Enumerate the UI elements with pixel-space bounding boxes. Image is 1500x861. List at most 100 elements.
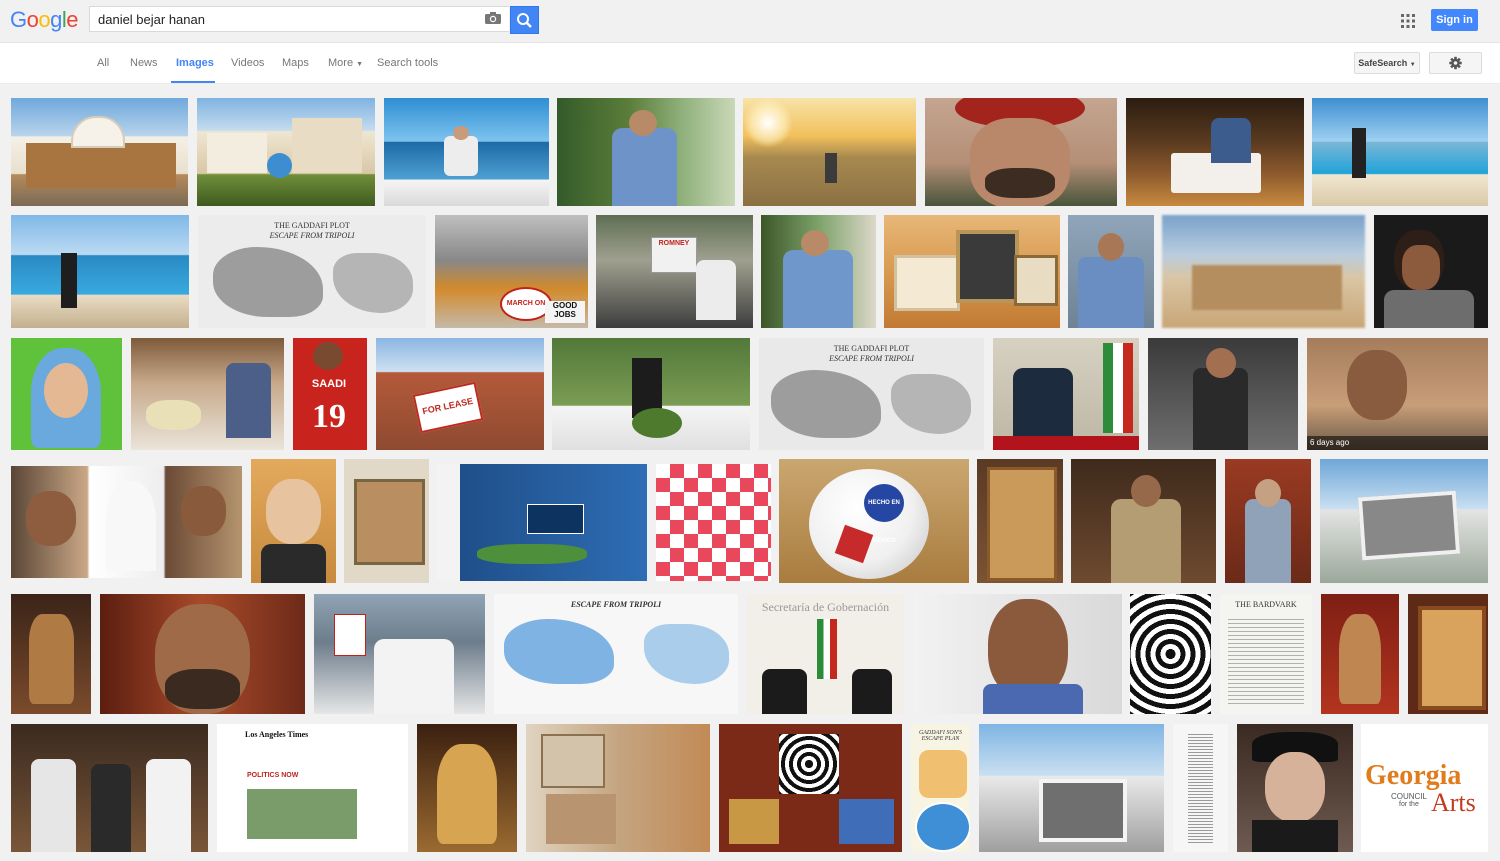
bardvark-caption: THE BARDVARK xyxy=(1235,600,1297,609)
image-result[interactable]: Secretaría de Gobernación xyxy=(747,594,904,714)
image-result[interactable] xyxy=(1408,594,1488,714)
image-result[interactable] xyxy=(1320,459,1488,583)
image-result[interactable] xyxy=(557,98,735,206)
image-result[interactable] xyxy=(656,464,771,581)
map-subtitle: ESCAPE FROM TRIPOLI xyxy=(829,354,914,363)
image-result[interactable] xyxy=(1068,215,1154,328)
safesearch-dropdown[interactable]: SafeSearch ▼ xyxy=(1354,52,1420,74)
image-result[interactable] xyxy=(925,98,1117,206)
tab-all[interactable]: All xyxy=(97,57,109,69)
image-result[interactable] xyxy=(552,338,750,450)
image-result[interactable] xyxy=(197,98,375,206)
image-result[interactable] xyxy=(1148,338,1298,450)
image-result[interactable] xyxy=(11,98,188,206)
image-result[interactable] xyxy=(131,338,284,450)
escape-plan-caption: GADDAFI SON'S ESCAPE PLAN xyxy=(918,730,963,742)
map-title: THE GADDAFI PLOT xyxy=(274,221,350,230)
image-result[interactable] xyxy=(11,724,208,852)
image-result[interactable] xyxy=(884,215,1060,328)
image-result[interactable] xyxy=(11,338,122,450)
image-result[interactable]: ESCAPE FROM TRIPOLI xyxy=(494,594,738,714)
search-button[interactable] xyxy=(510,6,539,34)
image-result[interactable]: GADDAFI SON'S ESCAPE PLAN xyxy=(911,724,970,852)
map-subtitle: ESCAPE FROM TRIPOLI xyxy=(269,231,355,240)
image-result[interactable] xyxy=(1162,215,1365,328)
tab-more[interactable]: More ▼ xyxy=(328,57,363,69)
image-result[interactable]: Georgia COUNCIL for the Arts xyxy=(1361,724,1488,852)
image-result[interactable] xyxy=(761,215,876,328)
image-result[interactable] xyxy=(743,98,916,206)
map-title: THE GADDAFI PLOT xyxy=(833,344,910,353)
image-result[interactable]: SAADI 19 xyxy=(293,338,367,450)
settings-button[interactable] xyxy=(1429,52,1482,74)
image-result[interactable] xyxy=(1130,594,1211,714)
image-result[interactable] xyxy=(913,594,1122,714)
image-result[interactable] xyxy=(719,724,902,852)
image-result[interactable]: Los Angeles Times POLITICS NOW xyxy=(217,724,408,852)
image-result[interactable] xyxy=(1321,594,1399,714)
council-word: COUNCIL xyxy=(1391,792,1428,801)
logo-letter-e: e xyxy=(66,7,79,32)
chevron-down-icon: ▼ xyxy=(356,61,364,68)
tab-images[interactable]: Images xyxy=(176,57,214,69)
image-result[interactable] xyxy=(11,215,189,328)
georgia-word: Georgia xyxy=(1365,760,1462,791)
search-input[interactable]: daniel bejar hanan xyxy=(89,6,509,32)
image-result[interactable] xyxy=(1374,215,1488,328)
safesearch-label: SafeSearch xyxy=(1358,58,1408,68)
image-result[interactable] xyxy=(1173,724,1228,852)
latimes-caption: Los Angeles Times xyxy=(245,730,309,739)
for-the-word: for the xyxy=(1399,801,1419,808)
image-result[interactable]: THE GADDAFI PLOT ESCAPE FROM TRIPOLI xyxy=(198,215,426,328)
apps-grid-icon[interactable] xyxy=(1401,14,1415,28)
secretaria-caption: Secretaría de Gobernación xyxy=(761,600,890,614)
ball-logo: HECHO EN MEXICO xyxy=(864,484,904,544)
image-result[interactable] xyxy=(417,724,517,852)
image-result[interactable] xyxy=(1071,459,1216,583)
age-badge: 6 days ago xyxy=(1307,436,1488,450)
tab-search-tools[interactable]: Search tools xyxy=(377,57,438,69)
image-result[interactable]: ROMNEY xyxy=(596,215,753,328)
image-result[interactable] xyxy=(1312,98,1488,206)
image-result[interactable] xyxy=(11,594,91,714)
tab-videos[interactable]: Videos xyxy=(231,57,264,69)
logo-letter-o2: o xyxy=(38,7,51,32)
image-result[interactable] xyxy=(344,459,429,583)
jersey-number: 19 xyxy=(312,398,346,435)
image-result[interactable] xyxy=(314,594,485,714)
image-result[interactable] xyxy=(1237,724,1353,852)
image-result[interactable] xyxy=(979,724,1164,852)
chevron-down-icon: ▼ xyxy=(1409,62,1416,68)
image-result[interactable]: THE BARDVARK xyxy=(1220,594,1312,714)
magnifier-icon xyxy=(517,13,532,28)
image-result[interactable] xyxy=(977,459,1063,583)
image-result[interactable] xyxy=(526,724,710,852)
gear-icon xyxy=(1449,56,1462,70)
image-result[interactable]: HECHO EN MEXICO xyxy=(779,459,969,583)
image-result[interactable]: THE GADDAFI PLOT ESCAPE FROM TRIPOLI xyxy=(759,338,984,450)
arts-word: Arts xyxy=(1431,788,1476,817)
image-result[interactable] xyxy=(1225,459,1311,583)
sign-good-jobs: GOOD JOBS xyxy=(545,301,585,323)
image-result[interactable] xyxy=(437,464,647,581)
image-result[interactable]: MARCH ON RNC GOOD JOBS xyxy=(435,215,588,328)
logo-letter-g2: g xyxy=(50,7,62,32)
image-result[interactable] xyxy=(251,459,336,583)
image-result[interactable]: FOR LEASE xyxy=(376,338,544,450)
image-results-grid: THE GADDAFI PLOT ESCAPE FROM TRIPOLI MAR… xyxy=(0,84,1500,861)
politics-now-caption: POLITICS NOW xyxy=(247,772,299,779)
jersey-name: SAADI xyxy=(311,378,347,390)
tab-more-label: More xyxy=(328,57,354,69)
sign-in-button[interactable]: Sign in xyxy=(1431,9,1478,31)
image-result[interactable] xyxy=(993,338,1139,450)
lease-sign: FOR LEASE xyxy=(412,381,484,434)
tab-maps[interactable]: Maps xyxy=(282,57,309,69)
image-result[interactable]: 6 days ago xyxy=(1307,338,1488,450)
google-logo[interactable]: Google xyxy=(10,7,79,33)
image-result[interactable] xyxy=(384,98,549,206)
image-result[interactable] xyxy=(1126,98,1304,206)
camera-icon[interactable] xyxy=(484,11,502,25)
tab-news[interactable]: News xyxy=(130,57,158,69)
image-result[interactable] xyxy=(100,594,305,714)
image-result[interactable] xyxy=(11,466,242,578)
